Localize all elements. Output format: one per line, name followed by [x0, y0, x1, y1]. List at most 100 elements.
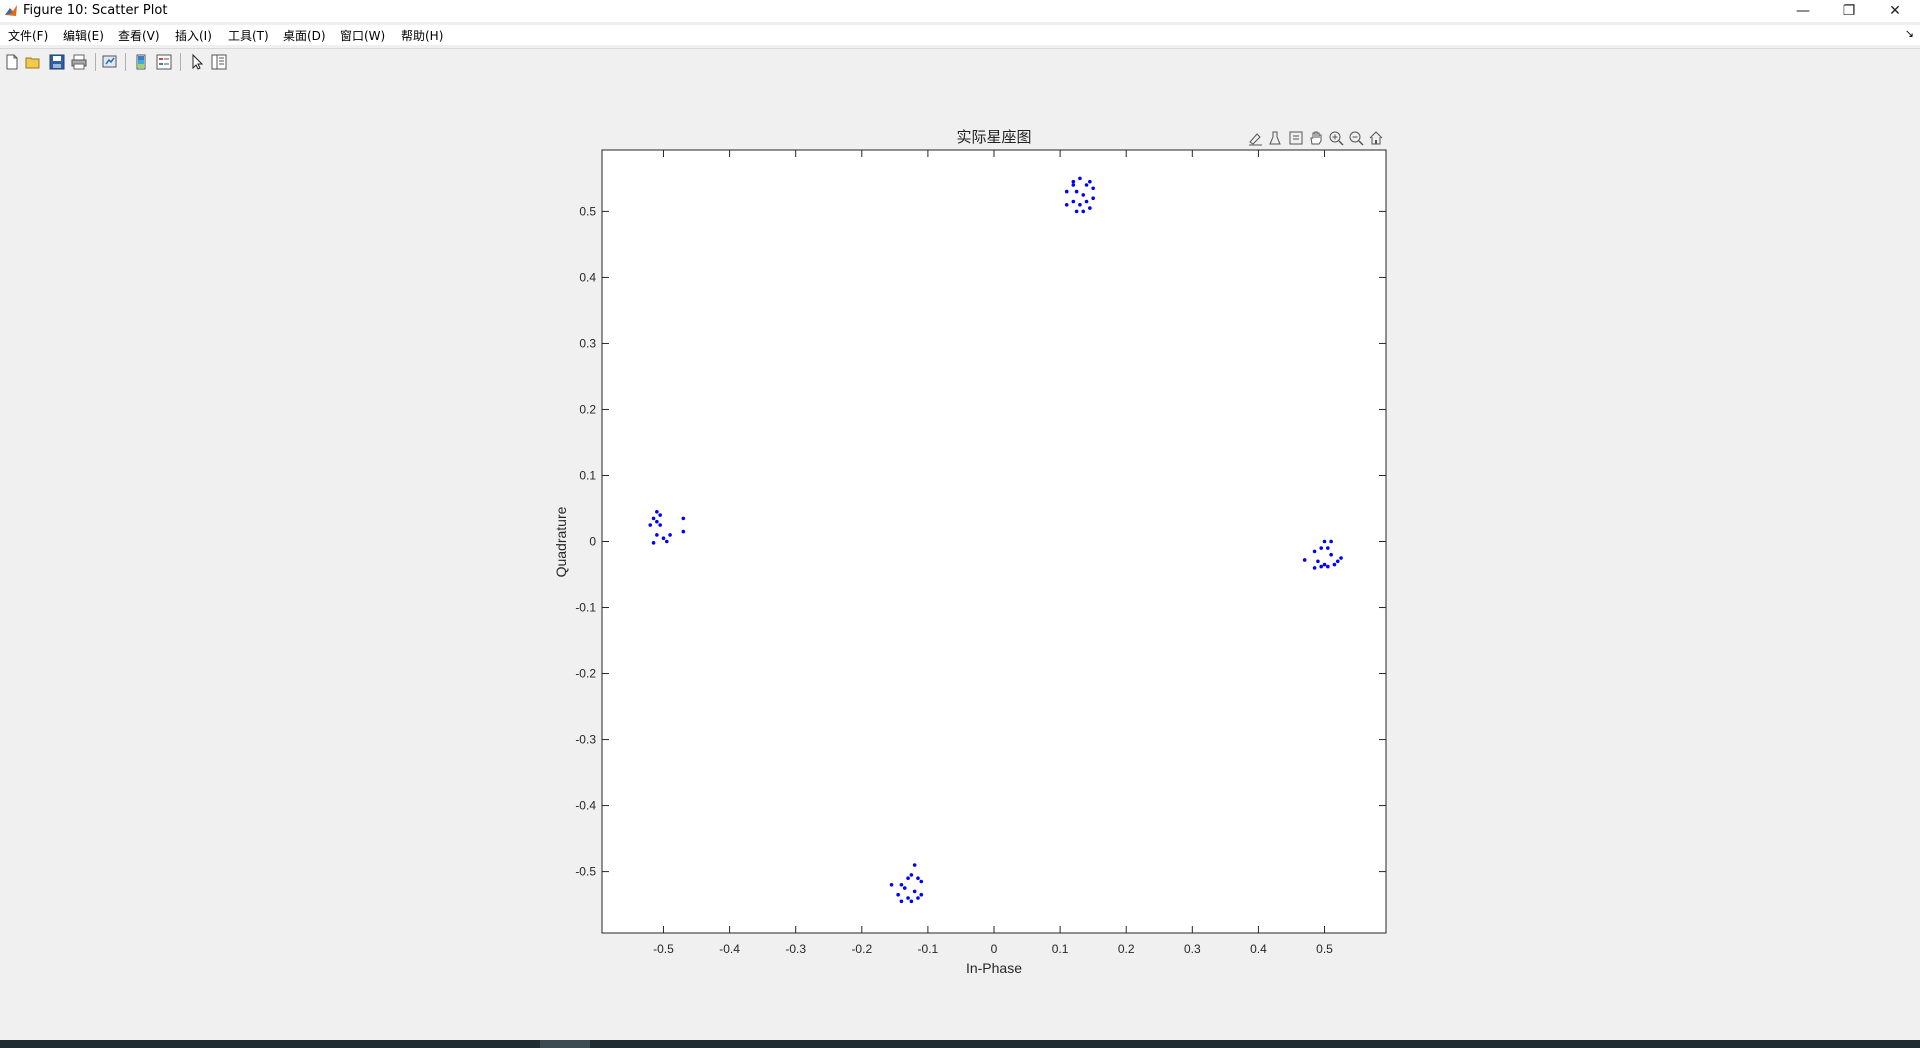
- scatter-point: [1071, 179, 1076, 184]
- toolbar-separator: [125, 53, 126, 71]
- scatter-point: [1319, 564, 1324, 569]
- menu-help[interactable]: 帮助(H): [401, 27, 443, 44]
- data-tips-brush-icon[interactable]: [1249, 133, 1262, 146]
- scatter-point: [916, 896, 920, 900]
- zoom-out-icon[interactable]: [1349, 131, 1364, 146]
- x-tick-label: -0.4: [719, 942, 740, 956]
- scatter-point: [655, 509, 659, 514]
- scatter-point: [1091, 196, 1095, 200]
- scatter-point: [648, 523, 653, 527]
- menu-insert[interactable]: 插入(I): [175, 27, 212, 44]
- y-tick-label: -0.2: [575, 667, 596, 681]
- scatter-point: [1078, 176, 1082, 181]
- scatter-point: [1084, 199, 1089, 204]
- zoom-in-icon[interactable]: [1329, 131, 1344, 146]
- open-file-icon[interactable]: [24, 53, 42, 71]
- menu-tools[interactable]: 工具(T): [228, 27, 269, 44]
- x-tick-label: 0.5: [1316, 942, 1333, 956]
- scatter-point: [658, 513, 662, 517]
- scatter-point: [896, 892, 900, 897]
- scatter-point: [1332, 562, 1337, 567]
- menu-edit[interactable]: 编辑(E): [63, 27, 104, 44]
- y-tick-label: 0.1: [579, 468, 596, 482]
- figure-canvas: 实际星座图 -0.5 -0.4 -0.3 -0.2 -0.1 0 0.1 0.2…: [0, 76, 1920, 1040]
- legend-icon[interactable]: [155, 53, 173, 71]
- menu-file[interactable]: 文件(F): [8, 27, 48, 44]
- menu-view[interactable]: 查看(V): [118, 27, 160, 44]
- scatter-point: [655, 533, 659, 537]
- x-axis-label: In-Phase: [966, 960, 1022, 976]
- y-tick-label: 0.3: [579, 336, 596, 350]
- window-title: Figure 10: Scatter Plot: [23, 3, 168, 18]
- axes-box: [601, 149, 1387, 934]
- os-taskbar: [0, 1040, 1920, 1048]
- print-icon[interactable]: [70, 53, 88, 71]
- scatter-point: [1081, 193, 1086, 197]
- restore-view-home-icon[interactable]: [1369, 131, 1383, 145]
- toolbar-separator: [95, 53, 96, 71]
- scatter-point: [919, 892, 924, 897]
- x-tick-label: -0.3: [785, 942, 806, 956]
- menu-window[interactable]: 窗口(W): [340, 27, 385, 44]
- close-button[interactable]: ✕: [1872, 0, 1918, 22]
- scatter-point: [1319, 546, 1324, 550]
- x-tick-label: 0.3: [1184, 942, 1201, 956]
- x-tick-label: 0.2: [1118, 942, 1135, 956]
- y-tick-label: -0.4: [575, 799, 596, 813]
- scatter-point: [681, 529, 686, 534]
- scatter-point: [1329, 552, 1333, 557]
- scatter-point: [889, 883, 894, 887]
- x-tick-label: -0.1: [918, 942, 939, 956]
- scatter-point: [1302, 558, 1307, 562]
- y-axis-label: Quadrature: [553, 506, 569, 577]
- scatter-point: [906, 876, 910, 881]
- chart-title: 实际星座图: [956, 129, 1031, 146]
- scatter-point: [651, 516, 656, 521]
- scatter-plot[interactable]: 实际星座图 -0.5 -0.4 -0.3 -0.2 -0.1 0 0.1 0.2…: [0, 76, 1920, 1040]
- y-tick-label: -0.5: [575, 865, 596, 879]
- y-tick-label: 0: [589, 535, 596, 549]
- save-icon[interactable]: [48, 53, 66, 71]
- toolbar-separator: [180, 53, 181, 71]
- scatter-point: [1074, 189, 1079, 194]
- property-inspector-icon[interactable]: [210, 53, 228, 71]
- scatter-point: [1088, 206, 1092, 210]
- scatter-point: [1312, 549, 1317, 554]
- link-plot-icon[interactable]: [101, 53, 119, 71]
- scatter-point: [906, 896, 910, 900]
- x-tick-label: 0.1: [1052, 942, 1069, 956]
- scatter-point: [655, 519, 659, 524]
- matlab-logo-icon: [5, 5, 17, 16]
- axes-toolbar: [1249, 131, 1383, 146]
- x-tick-label: -0.2: [851, 942, 872, 956]
- scatter-point: [1074, 209, 1079, 214]
- menu-desktop[interactable]: 桌面(D): [283, 27, 326, 44]
- minimize-button[interactable]: —: [1780, 0, 1826, 22]
- scatter-point: [909, 899, 914, 904]
- scatter-point: [912, 889, 917, 894]
- scatter-point: [1071, 199, 1076, 204]
- scatter-point: [1091, 186, 1095, 191]
- new-figure-icon[interactable]: [3, 53, 21, 71]
- x-tick-label: -0.5: [653, 942, 674, 956]
- scatter-point: [1329, 539, 1333, 544]
- edit-plot-arrow-icon[interactable]: [188, 53, 206, 71]
- restore-button[interactable]: ❐: [1826, 0, 1872, 22]
- y-tick-label: 0.2: [579, 402, 596, 416]
- taskbar-active-item[interactable]: [540, 1040, 590, 1048]
- undock-arrow-icon[interactable]: ↘: [1905, 27, 1914, 40]
- window-titlebar: Figure 10: Scatter Plot — ❐ ✕: [0, 0, 1920, 22]
- scatter-point: [902, 886, 907, 890]
- y-tick-label: 0.4: [579, 270, 596, 284]
- pan-hand-icon[interactable]: [1310, 131, 1322, 145]
- scatter-point: [651, 541, 656, 545]
- scatter-point: [899, 899, 904, 904]
- brush-icon[interactable]: [1269, 131, 1281, 145]
- y-tick-label: 0.5: [579, 204, 596, 218]
- scatter-point: [668, 533, 672, 537]
- scatter-point: [919, 879, 924, 884]
- colorbar-icon[interactable]: [132, 53, 150, 71]
- x-tick-label: 0.4: [1250, 942, 1267, 956]
- data-cursor-icon[interactable]: [1289, 131, 1303, 145]
- scatter-point: [664, 539, 669, 544]
